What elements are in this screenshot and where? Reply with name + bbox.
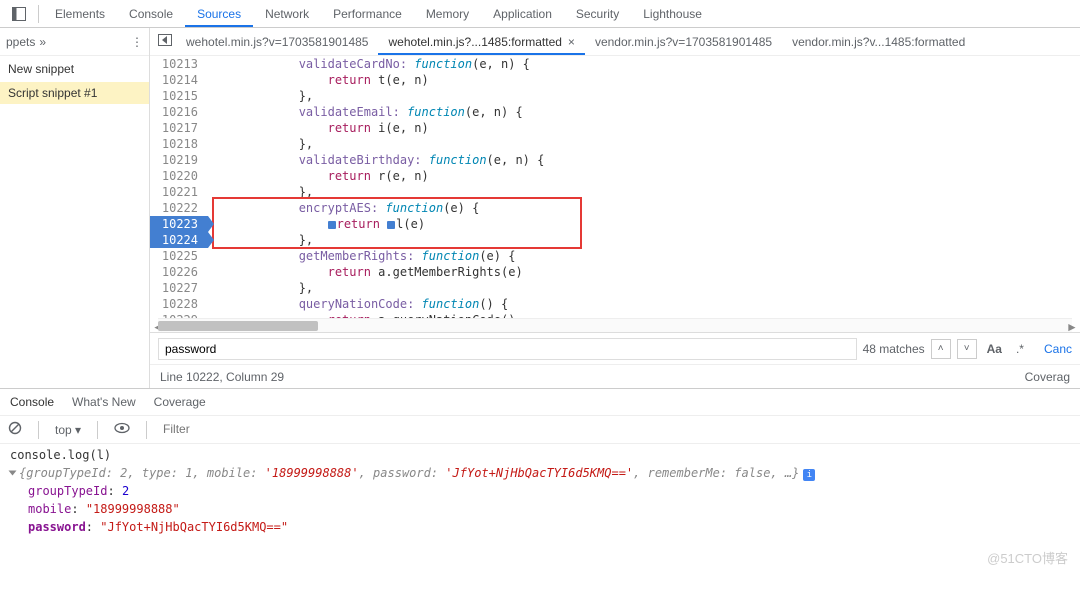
devtools-panel-tabs: Elements Console Sources Network Perform… <box>0 0 1080 28</box>
search-bar: 48 matches ˄ ˅ Aa .* Canc <box>150 332 1080 364</box>
console-object-prop: password: "JfYot+NjHbQacTYI6d5KMQ==" <box>10 518 1070 536</box>
line-number[interactable]: 10218 <box>150 136 208 152</box>
drawer-tabs: Console What's New Coverage <box>0 388 1080 416</box>
snippets-pane-title: ppets <box>6 35 35 49</box>
line-number[interactable]: 10226 <box>150 264 208 280</box>
drawer-tab-whatsnew[interactable]: What's New <box>72 395 136 409</box>
horizontal-scrollbar[interactable]: ◄ ► <box>158 318 1072 332</box>
separator <box>38 421 39 439</box>
console-object-prop: groupTypeId: 2 <box>10 482 1070 500</box>
file-tab[interactable]: vendor.min.js?v...1485:formatted <box>782 29 975 55</box>
separator <box>146 421 147 439</box>
drawer-tab-coverage[interactable]: Coverage <box>154 395 206 409</box>
console-object-summary[interactable]: {groupTypeId: 2, type: 1, mobile: '18999… <box>10 464 1070 482</box>
nav-back-icon[interactable] <box>154 34 176 49</box>
separator <box>38 5 39 23</box>
line-number[interactable]: 10225 <box>150 248 208 264</box>
tab-console[interactable]: Console <box>117 1 185 27</box>
console-filter-input[interactable] <box>163 420 363 440</box>
new-snippet-button[interactable]: New snippet <box>0 56 149 82</box>
tab-application[interactable]: Application <box>481 1 564 27</box>
coverage-link[interactable]: Coverag <box>1025 370 1070 384</box>
tab-security[interactable]: Security <box>564 1 631 27</box>
line-number-breakpoint[interactable]: 10223 <box>150 216 208 232</box>
snippet-item[interactable]: Script snippet #1 <box>0 82 149 104</box>
search-input[interactable] <box>158 338 857 360</box>
line-number[interactable]: 10215 <box>150 88 208 104</box>
expand-icon[interactable] <box>9 471 17 476</box>
tab-sources[interactable]: Sources <box>185 1 253 27</box>
line-number[interactable]: 10216 <box>150 104 208 120</box>
sources-main: ppets » ⋮ New snippet Script snippet #1 … <box>0 28 1080 388</box>
search-next-button[interactable]: ˅ <box>957 339 977 359</box>
watermark: @51CTO博客 <box>987 548 1068 567</box>
search-cancel-button[interactable]: Canc <box>1034 342 1072 356</box>
context-selector[interactable]: top ▾ <box>55 423 81 437</box>
file-tab-active[interactable]: wehotel.min.js?...1485:formatted × <box>378 29 584 55</box>
line-number[interactable]: 10220 <box>150 168 208 184</box>
separator <box>97 421 98 439</box>
live-expression-icon[interactable] <box>114 422 130 437</box>
search-match-count: 48 matches <box>863 342 925 356</box>
inline-breakpoint-icon[interactable] <box>387 221 395 229</box>
file-tab[interactable]: vendor.min.js?v=1703581901485 <box>585 29 782 55</box>
snippets-pane: ppets » ⋮ New snippet Script snippet #1 <box>0 28 150 388</box>
console-output[interactable]: console.log(l) {groupTypeId: 2, type: 1,… <box>0 444 1080 538</box>
console-object-prop: mobile: "18999998888" <box>10 500 1070 518</box>
snippets-pane-header: ppets » ⋮ <box>0 28 149 56</box>
regex-toggle[interactable]: .* <box>1012 342 1028 356</box>
line-number[interactable]: 10213 <box>150 56 208 72</box>
inline-breakpoint-icon[interactable] <box>328 221 336 229</box>
tab-elements[interactable]: Elements <box>43 1 117 27</box>
line-number-breakpoint[interactable]: 10224 <box>150 232 208 248</box>
close-icon[interactable]: × <box>568 35 575 49</box>
file-tab[interactable]: wehotel.min.js?v=1703581901485 <box>176 29 378 55</box>
line-number[interactable]: 10221 <box>150 184 208 200</box>
drawer-tab-console[interactable]: Console <box>10 395 54 409</box>
line-number[interactable]: 10222 <box>150 200 208 216</box>
tab-performance[interactable]: Performance <box>321 1 414 27</box>
code-editor[interactable]: 10213 validateCardNo: function(e, n) { 1… <box>150 56 1080 318</box>
tab-network[interactable]: Network <box>253 1 321 27</box>
file-tab-strip: wehotel.min.js?v=1703581901485 wehotel.m… <box>150 28 1080 56</box>
file-tab-label: wehotel.min.js?...1485:formatted <box>388 35 561 49</box>
console-toolbar: top ▾ <box>0 416 1080 444</box>
dock-side-icon[interactable] <box>10 5 28 23</box>
line-number[interactable]: 10219 <box>150 152 208 168</box>
tab-memory[interactable]: Memory <box>414 1 481 27</box>
tab-lighthouse[interactable]: Lighthouse <box>631 1 714 27</box>
match-case-toggle[interactable]: Aa <box>983 342 1006 356</box>
chevron-right-icon[interactable]: » <box>39 35 46 49</box>
line-number[interactable]: 10217 <box>150 120 208 136</box>
info-icon[interactable]: i <box>803 469 815 481</box>
search-prev-button[interactable]: ˄ <box>931 339 951 359</box>
cursor-position: Line 10222, Column 29 <box>160 370 284 384</box>
editor-column: wehotel.min.js?v=1703581901485 wehotel.m… <box>150 28 1080 388</box>
line-number[interactable]: 10214 <box>150 72 208 88</box>
line-number[interactable]: 10227 <box>150 280 208 296</box>
editor-status-bar: Line 10222, Column 29 Coverag <box>150 364 1080 388</box>
scrollbar-thumb[interactable] <box>158 321 318 331</box>
line-number[interactable]: 10228 <box>150 296 208 312</box>
scroll-right-icon[interactable]: ► <box>1066 320 1078 334</box>
kebab-menu-icon[interactable]: ⋮ <box>131 35 143 49</box>
clear-console-icon[interactable] <box>8 421 22 438</box>
console-log-call: console.log(l) <box>10 446 1070 464</box>
